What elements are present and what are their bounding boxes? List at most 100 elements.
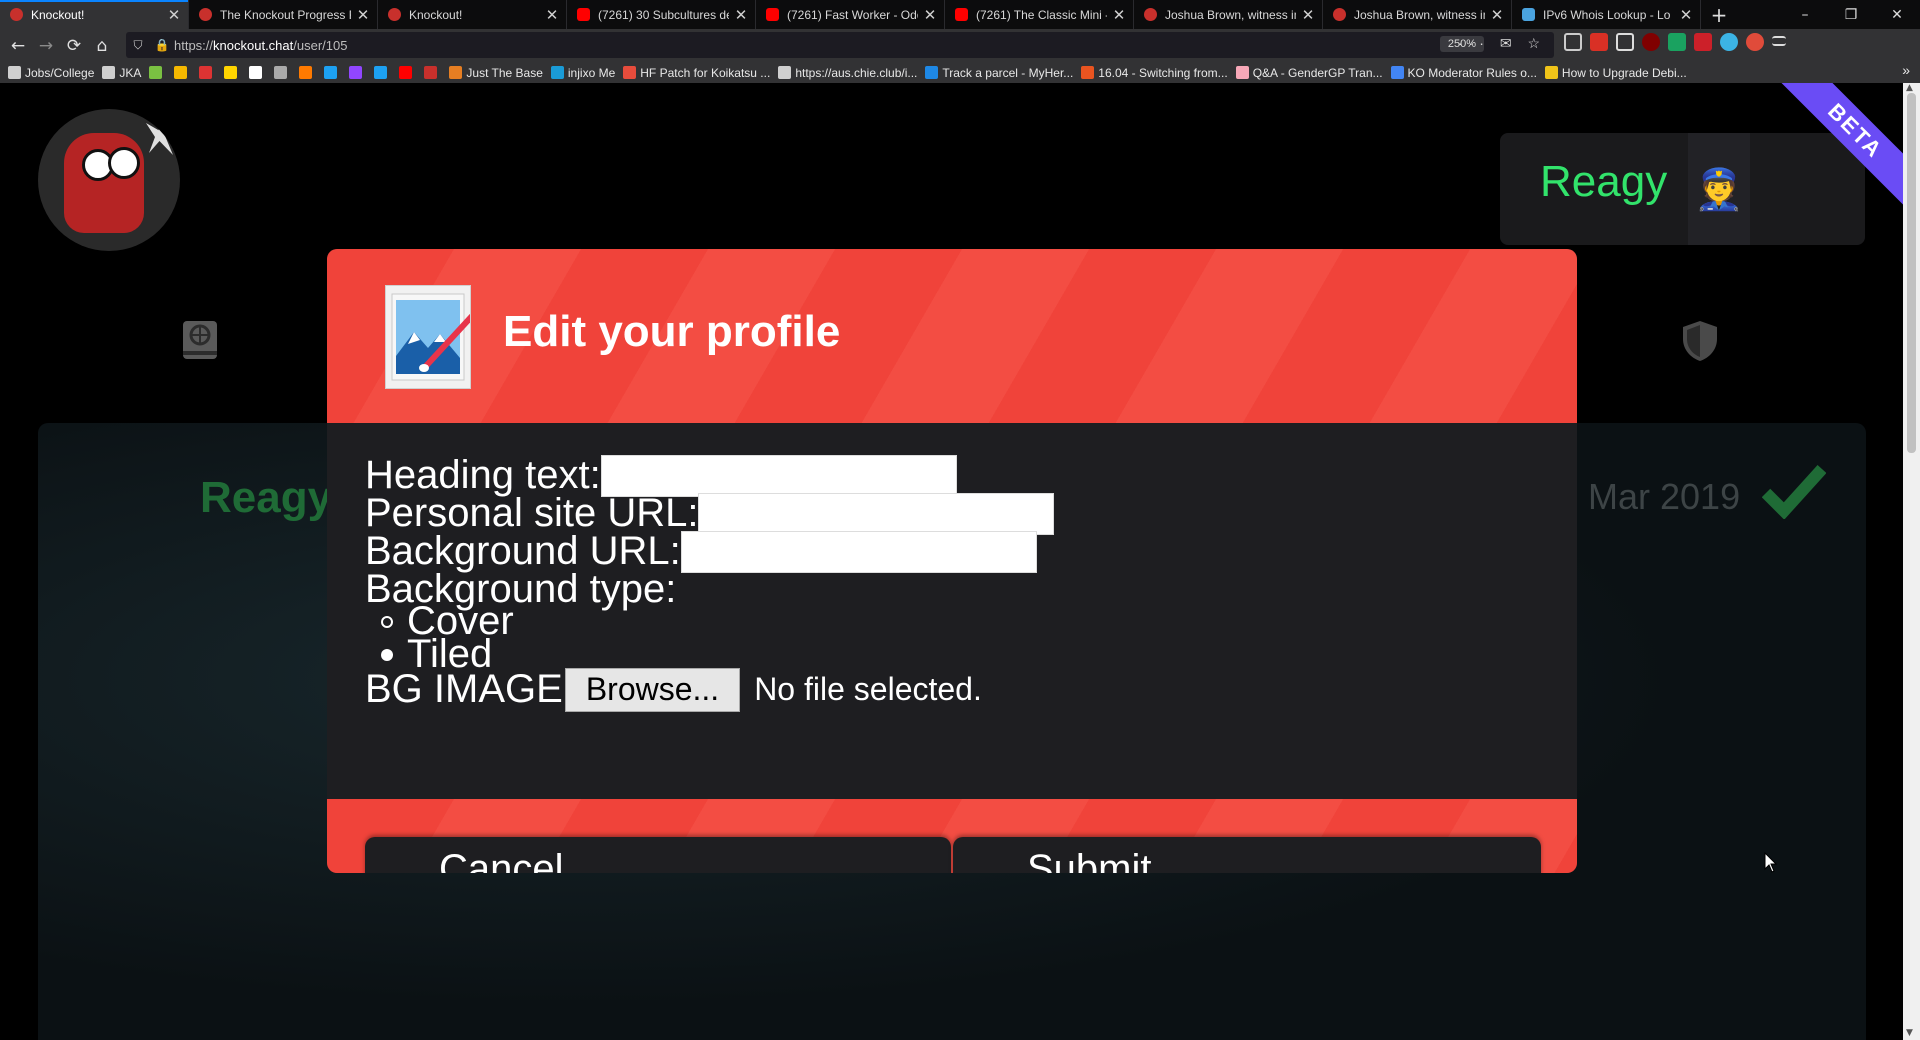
tab-youtube-classic-mini[interactable]: (7261) The Classic Mini - ✕	[945, 0, 1134, 29]
bookmark-item[interactable]: Track a parcel - MyHer...	[925, 66, 1073, 80]
bookmark-item[interactable]: KO Moderator Rules o...	[1390, 66, 1537, 80]
avatar: 👮	[1688, 133, 1750, 245]
close-icon[interactable]: ✕	[922, 6, 938, 24]
home-button[interactable]: ⌂	[88, 36, 116, 56]
scroll-down-arrow-icon[interactable]: ▼	[1906, 1028, 1913, 1038]
tab-title: Knockout!	[31, 7, 85, 22]
close-icon[interactable]: ✕	[544, 6, 560, 24]
bookmark-item[interactable]	[424, 66, 441, 79]
minimize-button[interactable]: –	[1782, 0, 1828, 29]
browse-button[interactable]: Browse...	[564, 667, 741, 712]
tab-knockout-2[interactable]: Knockout! ✕	[378, 0, 567, 29]
submit-button[interactable]: Submit	[953, 837, 1541, 873]
bookmark-item[interactable]: 16.04 - Switching from...	[1081, 65, 1228, 80]
bookmark-label: How to Upgrade Debi...	[1561, 65, 1687, 80]
music-extension-icon[interactable]	[1720, 33, 1738, 51]
tab-title: The Knockout Progress R	[220, 7, 351, 22]
maximize-button[interactable]: ❐	[1828, 0, 1874, 29]
bookmark-item[interactable]	[324, 66, 341, 79]
lock-icon[interactable]: 🔒	[150, 38, 174, 52]
privacy-badger-icon[interactable]	[1746, 33, 1764, 51]
bookmark-item[interactable]	[399, 66, 416, 79]
modal-title: Edit your profile	[503, 307, 841, 356]
close-icon[interactable]: ✕	[1111, 6, 1127, 24]
close-icon[interactable]: ✕	[1300, 6, 1316, 24]
bookmark-label: JKA	[119, 65, 142, 80]
forward-button[interactable]: →	[32, 36, 60, 56]
cancel-button[interactable]: Cancel	[365, 837, 951, 873]
bookmark-item[interactable]	[299, 66, 316, 79]
bookmark-favicon-icon	[1081, 66, 1095, 79]
tab-title: (7261) The Classic Mini -	[976, 7, 1107, 22]
user-menu[interactable]: Reagy 👮	[1500, 133, 1865, 245]
tab-ipv6-whois[interactable]: IPv6 Whois Lookup - Lo ✕	[1512, 0, 1701, 29]
url-scheme: https://	[174, 37, 214, 53]
page-actions[interactable]: ··· ✉ ☆	[1458, 35, 1546, 52]
bookmark-item[interactable]	[249, 66, 266, 79]
bookmark-item[interactable]	[149, 66, 166, 79]
bookmark-item[interactable]	[274, 66, 291, 79]
tab-title: (7261) Fast Worker - Odd	[787, 7, 918, 22]
bookmark-label: injixo Me	[567, 65, 616, 80]
knockout-logo-icon[interactable]	[38, 109, 180, 251]
rules-book-icon[interactable]	[180, 319, 220, 361]
tab-joshua-brown-1[interactable]: Joshua Brown, witness in ✕	[1134, 0, 1323, 29]
library-icon[interactable]	[1564, 33, 1582, 51]
bookmark-item[interactable]: Q&A - GenderGP Tran...	[1235, 66, 1383, 80]
bookmark-item[interactable]: Jobs/College	[8, 66, 94, 80]
background-url-input[interactable]	[680, 530, 1037, 573]
bookmark-favicon-icon	[1390, 66, 1404, 79]
close-icon[interactable]: ✕	[355, 6, 371, 24]
tab-youtube-fast-worker[interactable]: (7261) Fast Worker - Odd ✕	[756, 0, 945, 29]
bookmark-item[interactable]: https://aus.chie.club/i...	[778, 66, 917, 80]
close-icon[interactable]: ✕	[1489, 6, 1505, 24]
bookmark-item[interactable]	[174, 66, 191, 79]
lastpass-icon[interactable]	[1694, 33, 1712, 51]
shield-icon[interactable]	[1680, 319, 1720, 363]
bookmark-favicon-icon	[623, 66, 637, 79]
circle-bullet-icon	[381, 615, 393, 628]
bookmark-item[interactable]: JKA	[102, 66, 141, 80]
bookmark-item[interactable]: How to Upgrade Debi...	[1544, 65, 1687, 80]
close-icon[interactable]: ✕	[166, 6, 182, 24]
glasses-extension-icon[interactable]	[1616, 33, 1634, 51]
bookmark-item[interactable]: Just The Base	[449, 66, 543, 80]
bookmark-favicon-icon	[224, 66, 238, 79]
reload-button[interactable]: ⟳	[60, 36, 88, 56]
bookmark-item[interactable]	[199, 66, 216, 79]
new-tab-button[interactable]: +	[1701, 0, 1737, 29]
tab-joshua-brown-2[interactable]: Joshua Brown, witness in ✕	[1323, 0, 1512, 29]
bookmark-item[interactable]: HF Patch for Koikatsu ...	[623, 66, 770, 80]
bookmark-item[interactable]	[224, 66, 241, 79]
knockout-favicon-icon	[199, 8, 212, 21]
scroll-thumb[interactable]	[1907, 93, 1916, 453]
bookmark-label: HF Patch for Koikatsu ...	[640, 65, 771, 80]
tab-knockout-active[interactable]: Knockout! ✕	[0, 0, 189, 29]
bookmark-item[interactable]	[349, 66, 366, 79]
page-scrollbar[interactable]: ▲ ▼	[1903, 83, 1920, 1040]
bookmark-item[interactable]	[374, 66, 391, 79]
bookmark-label: 16.04 - Switching from...	[1098, 65, 1228, 80]
shield-icon[interactable]: ⛉	[126, 38, 150, 53]
modal-body: Heading text: Personal site URL: Backgro…	[327, 423, 1577, 799]
bookmark-favicon-icon	[925, 66, 939, 79]
scroll-up-arrow-icon[interactable]: ▲	[1906, 83, 1913, 93]
ublock-icon[interactable]	[1642, 33, 1660, 51]
bookmark-item[interactable]: injixo Me	[550, 65, 616, 80]
verified-check-icon	[1762, 464, 1826, 519]
tab-youtube-subcultures[interactable]: (7261) 30 Subcultures de ✕	[567, 0, 756, 29]
address-bar[interactable]: ⛉ 🔒 https://knockout.chat/user/105 250% …	[126, 32, 1554, 58]
bg-image-label: BG IMAGE	[365, 667, 563, 711]
window-close-button[interactable]: ✕	[1874, 0, 1920, 29]
close-icon[interactable]: ✕	[733, 6, 749, 24]
menu-icon[interactable]	[1772, 36, 1786, 46]
tab-knockout-progress[interactable]: The Knockout Progress R ✕	[189, 0, 378, 29]
tab-title: Knockout!	[409, 7, 463, 22]
close-icon[interactable]: ✕	[1678, 6, 1694, 24]
bookmarks-overflow-button[interactable]: »	[1902, 62, 1910, 78]
logo-eye	[108, 147, 140, 179]
mail-extension-icon[interactable]	[1590, 33, 1608, 51]
s-extension-icon[interactable]	[1668, 33, 1686, 51]
url-text[interactable]: https://knockout.chat/user/105	[174, 38, 347, 53]
back-button[interactable]: ←	[4, 36, 32, 56]
